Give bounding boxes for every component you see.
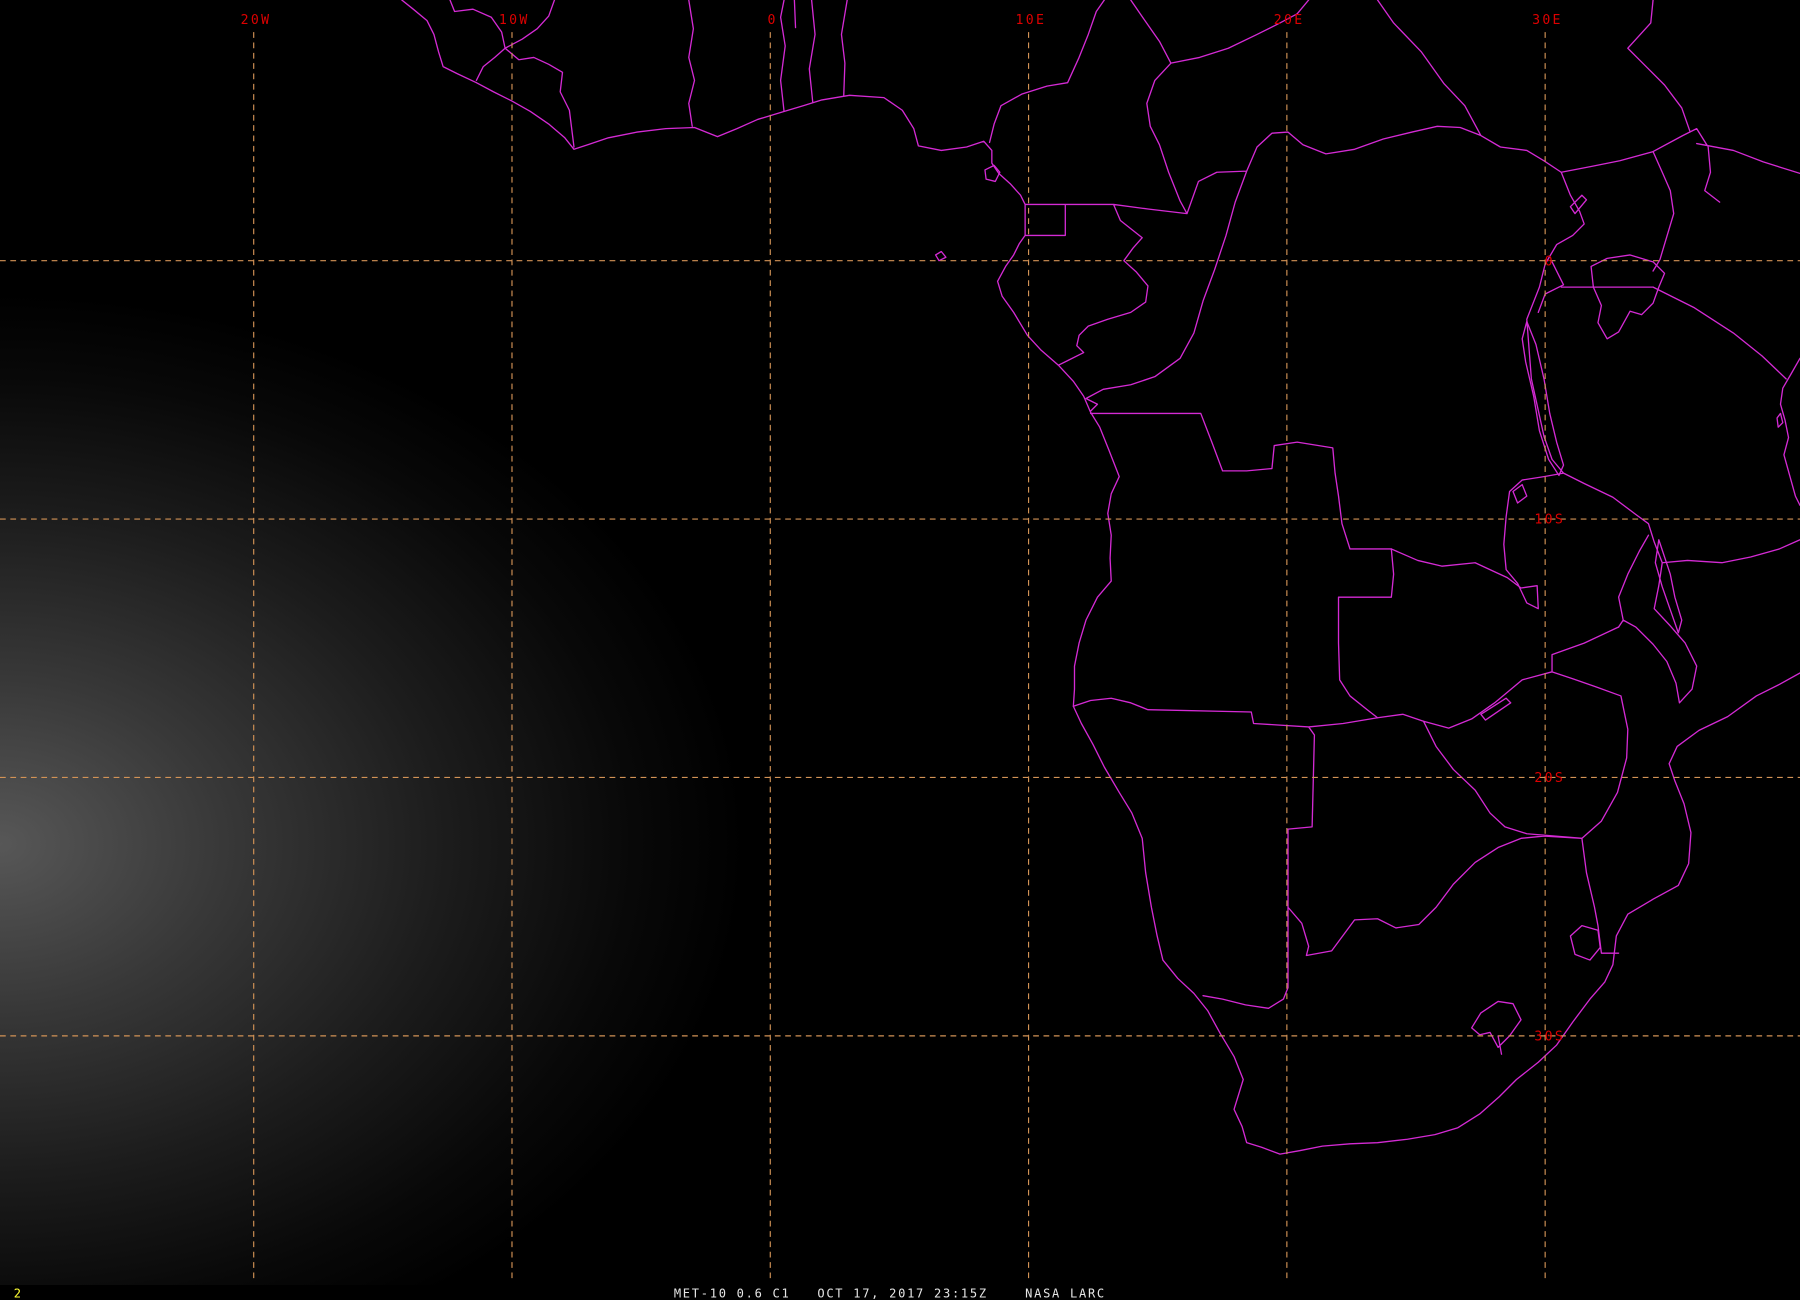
imagery-layer bbox=[0, 0, 1800, 1300]
latitude-label: 0 bbox=[1545, 254, 1555, 269]
datetime-label: OCT 17, 2017 23:15Z bbox=[817, 1287, 987, 1300]
longitude-label: 20E bbox=[1274, 13, 1305, 28]
satellite-image-view: 20W 10W 0 10E 20E 30E 0 10S 20S 30S 2 MET-10 0.6 … bbox=[0, 0, 1800, 1300]
longitude-label: 10E bbox=[1016, 13, 1047, 28]
status-bar: 2 MET-10 0.6 C1 OCT 17, 2017 23:15Z NASA… bbox=[0, 1285, 1800, 1300]
reflectance-glow bbox=[0, 0, 1800, 1286]
frame-indicator: 2 bbox=[14, 1287, 21, 1300]
longitude-label: 0 bbox=[767, 13, 777, 28]
latitude-label: 30S bbox=[1534, 1029, 1565, 1044]
source-label: NASA LARC bbox=[1025, 1287, 1106, 1300]
latitude-label: 20S bbox=[1534, 771, 1565, 786]
longitude-label: 30E bbox=[1532, 13, 1563, 28]
product-label: MET-10 0.6 C1 bbox=[674, 1287, 791, 1300]
latitude-label: 10S bbox=[1534, 513, 1565, 528]
longitude-label: 20W bbox=[241, 13, 272, 28]
longitude-label: 10W bbox=[499, 13, 530, 28]
